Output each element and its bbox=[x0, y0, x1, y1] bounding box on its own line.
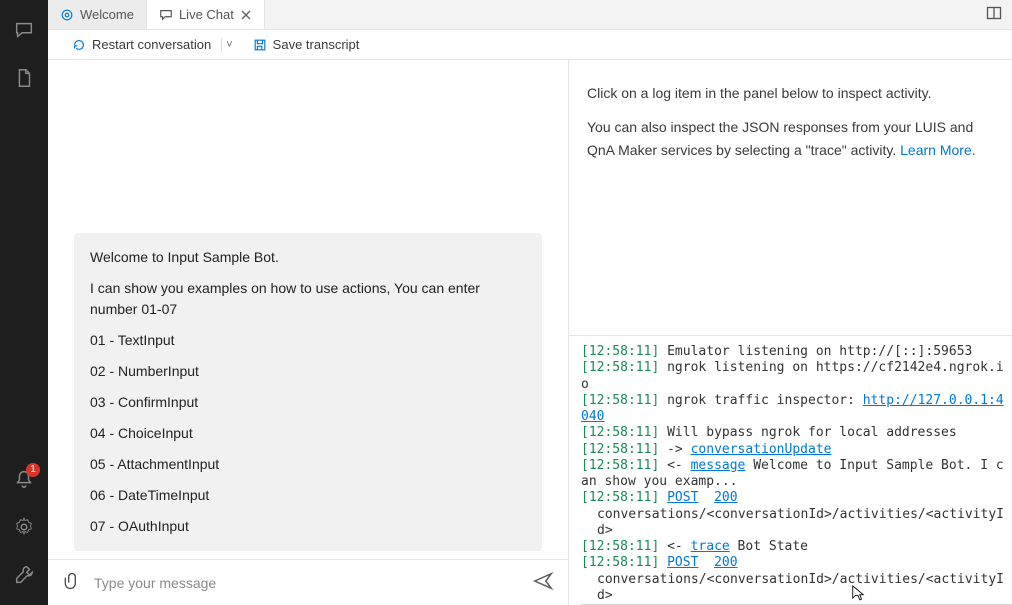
attachment-icon[interactable] bbox=[62, 571, 82, 594]
message-composer bbox=[48, 559, 568, 605]
log-line[interactable]: [12:58:11] -> conversationUpdate bbox=[581, 442, 1012, 458]
chat-transcript: Welcome to Input Sample Bot. I can show … bbox=[48, 60, 568, 559]
bot-icon bbox=[60, 8, 74, 22]
log-line[interactable]: [12:58:11] <- trace Bot State bbox=[581, 539, 1012, 555]
bot-option: 04 - ChoiceInput bbox=[90, 423, 526, 444]
send-icon[interactable] bbox=[532, 570, 554, 595]
inspector-line2: You can also inspect the JSON responses … bbox=[587, 116, 994, 161]
tab-welcome-label: Welcome bbox=[80, 7, 134, 22]
activity-settings-icon[interactable] bbox=[0, 505, 48, 549]
save-label: Save transcript bbox=[273, 37, 360, 52]
learn-more-link[interactable]: Learn More. bbox=[900, 142, 975, 158]
log-link[interactable]: 200 bbox=[714, 490, 737, 505]
bot-message-bubble[interactable]: Welcome to Input Sample Bot. I can show … bbox=[74, 233, 542, 551]
log-line[interactable]: [12:58:11] Emulator listening on http://… bbox=[581, 344, 1012, 360]
tab-bar: Welcome Live Chat bbox=[48, 0, 1012, 30]
inspector-pane: Click on a log item in the panel below t… bbox=[569, 60, 1012, 605]
activity-bar: 1 bbox=[0, 0, 48, 605]
log-link[interactable]: POST bbox=[667, 490, 698, 505]
inspector-info: Click on a log item in the panel below t… bbox=[569, 60, 1012, 336]
chat-icon bbox=[159, 8, 173, 22]
log-line[interactable]: [12:58:11] POST 200 bbox=[581, 555, 1012, 571]
log-line[interactable]: [12:58:11] <- message Welcome to Input S… bbox=[581, 458, 1012, 491]
tab-livechat-label: Live Chat bbox=[179, 7, 234, 22]
activity-tools-icon[interactable] bbox=[0, 553, 48, 597]
log-line[interactable]: [12:58:11] POST 200 bbox=[581, 490, 1012, 506]
close-icon[interactable] bbox=[240, 9, 252, 21]
log-line[interactable]: [12:58:11] Will bypass ngrok for local a… bbox=[581, 425, 1012, 441]
activity-notifications-icon[interactable]: 1 bbox=[0, 457, 48, 501]
log-line[interactable]: [12:58:11] ngrok traffic inspector: http… bbox=[581, 393, 1012, 426]
message-input[interactable] bbox=[94, 575, 520, 591]
panel-layout-icon[interactable] bbox=[986, 5, 1002, 24]
main: Welcome Live Chat Restart conversation bbox=[48, 0, 1012, 605]
log-link[interactable]: message bbox=[691, 458, 746, 473]
activity-document-icon[interactable] bbox=[0, 56, 48, 100]
bot-option: 02 - NumberInput bbox=[90, 361, 526, 382]
log-link[interactable]: trace bbox=[691, 539, 730, 554]
workspace: Welcome to Input Sample Bot. I can show … bbox=[48, 60, 1012, 605]
bot-heading: Welcome to Input Sample Bot. bbox=[90, 247, 526, 268]
log-panel: [12:58:11] Emulator listening on http://… bbox=[569, 336, 1012, 605]
toolbar: Restart conversation ˅ Save transcript bbox=[48, 30, 1012, 60]
chevron-down-icon[interactable]: ˅ bbox=[221, 38, 236, 52]
log-line[interactable]: conversations/<conversationId>/activitie… bbox=[581, 572, 1012, 605]
tab-livechat[interactable]: Live Chat bbox=[147, 0, 265, 29]
log-line[interactable]: [12:58:11] ngrok listening on https://cf… bbox=[581, 360, 1012, 393]
activity-chat-icon[interactable] bbox=[0, 8, 48, 52]
restart-label: Restart conversation bbox=[92, 37, 211, 52]
bot-option: 06 - DateTimeInput bbox=[90, 485, 526, 506]
log-link[interactable]: 200 bbox=[714, 555, 737, 570]
restart-button[interactable]: Restart conversation bbox=[72, 37, 211, 52]
save-transcript-button[interactable]: Save transcript bbox=[253, 37, 360, 52]
tab-welcome[interactable]: Welcome bbox=[48, 0, 147, 29]
inspector-line1: Click on a log item in the panel below t… bbox=[587, 82, 994, 104]
log-link[interactable]: conversationUpdate bbox=[691, 442, 832, 457]
log-line[interactable]: conversations/<conversationId>/activitie… bbox=[581, 507, 1012, 540]
chat-pane: Welcome to Input Sample Bot. I can show … bbox=[48, 60, 569, 605]
bot-option: 05 - AttachmentInput bbox=[90, 454, 526, 475]
log-link[interactable]: POST bbox=[667, 555, 698, 570]
bot-option: 07 - OAuthInput bbox=[90, 516, 526, 537]
bot-option: 03 - ConfirmInput bbox=[90, 392, 526, 413]
bot-option: 01 - TextInput bbox=[90, 330, 526, 351]
notification-badge: 1 bbox=[26, 463, 40, 477]
bot-description: I can show you examples on how to use ac… bbox=[90, 278, 526, 320]
